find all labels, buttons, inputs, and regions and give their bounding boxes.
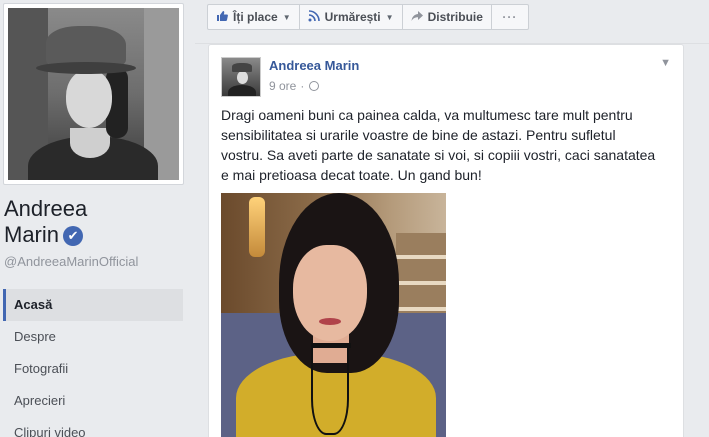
share-button[interactable]: Distribuie [403, 5, 492, 29]
share-label: Distribuie [427, 10, 483, 24]
post-timestamp[interactable]: 9 ore [269, 79, 296, 93]
page-title: Andreea Marin ✔ [4, 196, 87, 248]
like-page-button[interactable]: Îți place ▼ [208, 5, 300, 29]
like-page-label: Îți place [233, 10, 278, 24]
thumbs-up-icon [216, 10, 228, 25]
share-arrow-icon [411, 10, 423, 25]
nav-item-likes[interactable]: Aprecieri [3, 385, 183, 417]
verified-badge-icon: ✔ [63, 226, 84, 247]
more-options-button[interactable]: ··· [492, 5, 528, 29]
profile-picture-frame[interactable] [3, 3, 184, 185]
post-photo[interactable] [221, 193, 446, 437]
nav-item-photos[interactable]: Fotografii [3, 353, 183, 385]
page-title-line1: Andreea [4, 196, 88, 221]
follow-label: Urmărești [324, 10, 381, 24]
follow-button[interactable]: Urmărești ▼ [300, 5, 403, 29]
page-title-line2: Marin [4, 222, 60, 247]
post-meta: 9 ore · [269, 79, 320, 93]
left-column: Andreea Marin ✔ @AndreeaMarinOfficial Aca… [0, 0, 195, 437]
rss-icon [308, 9, 320, 25]
post-author-name[interactable]: Andreea Marin [269, 58, 359, 73]
page-username[interactable]: @AndreeaMarinOfficial [4, 254, 138, 269]
profile-picture[interactable] [8, 8, 179, 180]
nav-item-about[interactable]: Despre [3, 321, 183, 353]
nav-item-videos[interactable]: Clipuri video [3, 417, 183, 437]
chevron-down-icon: ▼ [282, 12, 291, 22]
action-buttons: Îți place ▼ Urmărești ▼ Distribuie ··· [207, 4, 529, 30]
post-text: Dragi oameni buni ca painea calda, va mu… [221, 107, 656, 183]
post-card: Andreea Marin 9 ore · ▼ Dragi oameni bun… [208, 44, 684, 437]
post-author-avatar[interactable] [221, 57, 261, 97]
globe-icon[interactable] [309, 81, 320, 91]
meta-separator: · [300, 79, 305, 93]
page-nav: Acasă Despre Fotografii Aprecieri Clipur… [3, 289, 183, 437]
post-options-chevron-icon[interactable]: ▼ [660, 57, 671, 69]
chevron-down-icon: ▼ [385, 12, 394, 22]
page-action-bar: Îți place ▼ Urmărești ▼ Distribuie ··· [195, 0, 709, 44]
scrollbar[interactable] [699, 44, 709, 437]
nav-item-home[interactable]: Acasă [3, 289, 183, 321]
